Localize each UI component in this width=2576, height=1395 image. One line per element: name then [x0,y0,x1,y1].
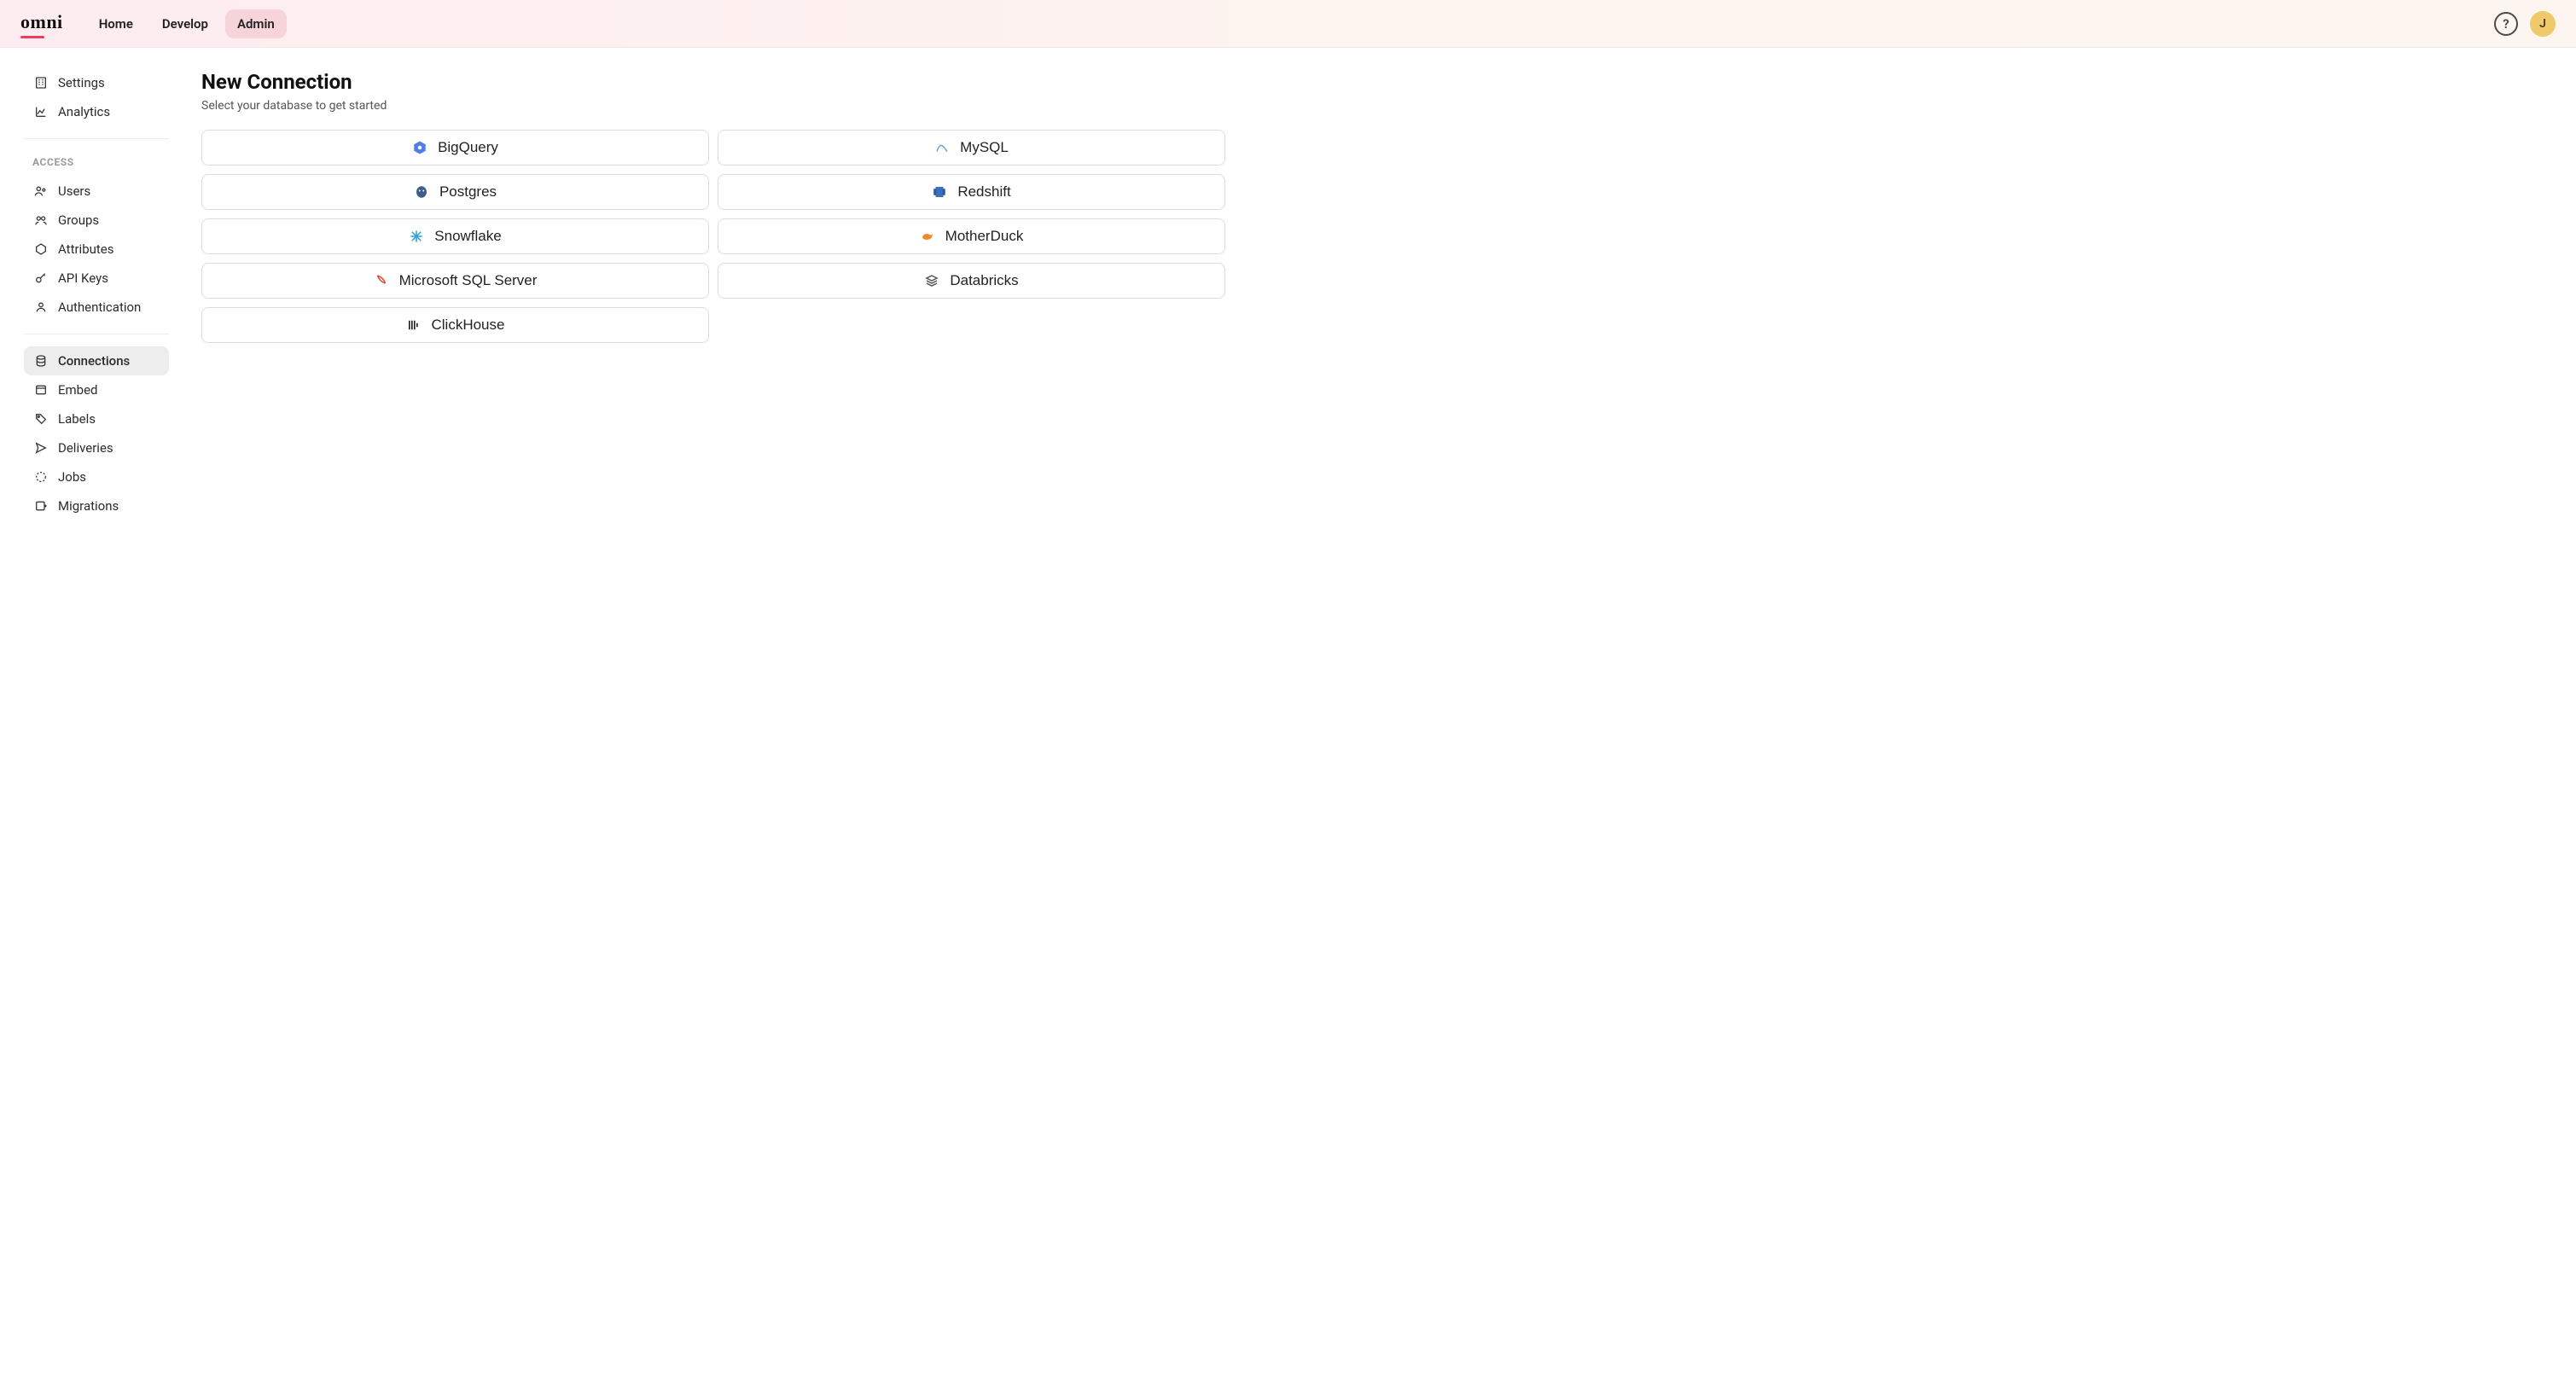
sidebar-item-label: Jobs [58,469,86,485]
sidebar-item-analytics[interactable]: Analytics [24,97,169,126]
nav-home[interactable]: Home [87,9,145,38]
sidebar-item-migrations[interactable]: Migrations [24,491,169,520]
db-option-label: Microsoft SQL Server [399,272,538,289]
bigquery-icon [412,140,427,155]
database-grid: BigQuery MySQL Postgres Redshift [201,130,1225,343]
mssql-icon [374,273,389,288]
db-option-clickhouse[interactable]: ClickHouse [201,307,709,343]
users-icon [34,184,48,198]
postgres-icon [414,184,429,200]
topbar-right: ? J [2494,11,2556,37]
db-option-label: Postgres [439,183,497,201]
db-option-label: MotherDuck [945,228,1024,245]
nav-admin[interactable]: Admin [225,9,287,38]
page-subtitle: Select your database to get started [201,99,2542,113]
db-option-label: Snowflake [434,228,501,245]
sidebar-item-label: Authentication [58,299,141,315]
analytics-icon [34,105,48,119]
sidebar-item-label: Users [58,183,90,199]
embed-icon [34,383,48,397]
snowflake-icon [409,229,424,244]
migrate-icon [34,499,48,513]
brand-block: omni [20,11,63,37]
db-option-motherduck[interactable]: MotherDuck [718,218,1225,254]
mysql-icon [934,140,950,155]
db-option-snowflake[interactable]: Snowflake [201,218,709,254]
sidebar-divider [24,138,169,139]
attributes-icon [34,242,48,256]
sidebar-item-label: Migrations [58,498,119,514]
db-option-redshift[interactable]: Redshift [718,174,1225,210]
groups-icon [34,213,48,227]
databricks-icon [924,273,939,288]
settings-company-icon [34,76,48,90]
sidebar-item-label: API Keys [58,270,108,286]
sidebar-item-label: Groups [58,212,99,228]
sidebar: Settings Analytics ACCESS [0,48,184,1395]
db-option-label: BigQuery [438,139,498,156]
main-content: New Connection Select your database to g… [184,48,2576,1395]
database-icon [34,354,48,368]
user-avatar[interactable]: J [2530,11,2556,37]
motherduck-icon [920,229,935,244]
sidebar-heading-access: ACCESS [24,151,169,177]
sidebar-item-label: Labels [58,411,96,427]
db-option-bigquery[interactable]: BigQuery [201,130,709,166]
db-option-postgres[interactable]: Postgres [201,174,709,210]
top-nav: Home Develop Admin [87,9,287,38]
sidebar-item-users[interactable]: Users [24,177,169,206]
sidebar-item-attributes[interactable]: Attributes [24,235,169,264]
sidebar-item-deliveries[interactable]: Deliveries [24,433,169,462]
sidebar-group-top: Settings Analytics [24,68,169,126]
key-icon [34,271,48,285]
redshift-icon [932,184,947,200]
sidebar-group-bottom: Connections Embed Labels [24,346,169,520]
db-option-label: Databricks [950,272,1018,289]
help-icon[interactable]: ? [2494,12,2518,36]
sidebar-item-label: Deliveries [58,440,113,456]
sidebar-item-label: Analytics [58,104,110,119]
jobs-icon [34,470,48,484]
sidebar-item-auth[interactable]: Authentication [24,293,169,322]
topbar: omni Home Develop Admin ? J [0,0,2576,48]
sidebar-item-label: Embed [58,382,98,398]
sidebar-item-groups[interactable]: Groups [24,206,169,235]
db-option-mssql[interactable]: Microsoft SQL Server [201,263,709,299]
clickhouse-icon [406,317,422,333]
sidebar-group-access: Users Groups Attributes [24,177,169,322]
brand-logo[interactable]: omni [20,11,63,37]
nav-develop[interactable]: Develop [150,9,220,38]
sidebar-item-connections[interactable]: Connections [24,346,169,375]
sidebar-item-embed[interactable]: Embed [24,375,169,404]
sidebar-item-label: Attributes [58,241,114,257]
tag-icon [34,412,48,426]
sidebar-item-labels[interactable]: Labels [24,404,169,433]
db-option-label: MySQL [960,139,1009,156]
page-title: New Connection [201,70,2542,94]
sidebar-item-apikeys[interactable]: API Keys [24,264,169,293]
layout: Settings Analytics ACCESS [0,48,2576,1395]
auth-icon [34,300,48,314]
sidebar-item-jobs[interactable]: Jobs [24,462,169,491]
db-option-label: ClickHouse [432,317,505,334]
sidebar-item-settings[interactable]: Settings [24,68,169,97]
send-icon [34,441,48,455]
sidebar-item-label: Connections [58,353,130,369]
db-option-mysql[interactable]: MySQL [718,130,1225,166]
sidebar-item-label: Settings [58,75,105,90]
db-option-databricks[interactable]: Databricks [718,263,1225,299]
db-option-label: Redshift [957,183,1010,201]
